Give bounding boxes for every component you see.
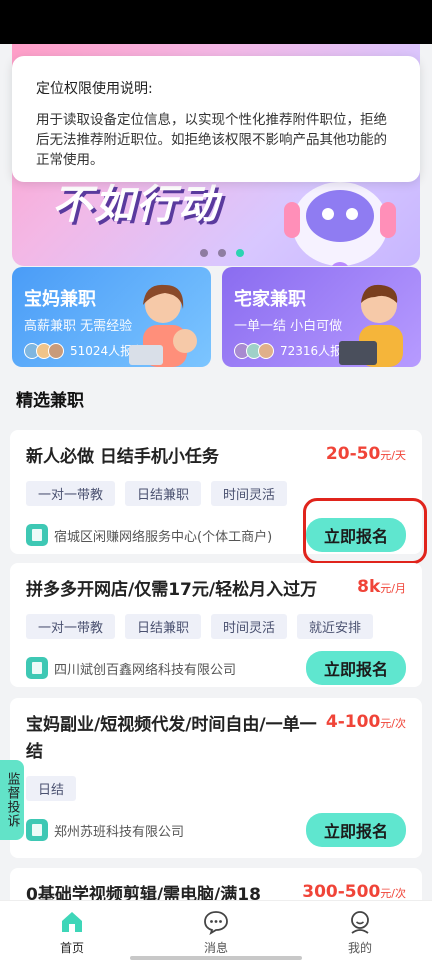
job-tag: 一对一带教 bbox=[26, 481, 116, 506]
dialog-text: 用于读取设备定位信息，以实现个性化推荐附件职位，拒绝后无法推荐附近职位。如拒绝该… bbox=[36, 112, 387, 168]
job-tag: 时间灵活 bbox=[211, 481, 288, 506]
company-info: 郑州苏班科技有限公司 bbox=[26, 819, 184, 841]
home-indicator bbox=[130, 956, 302, 960]
pagination-dot bbox=[218, 249, 226, 257]
job-title: 拼多多开网店/仅需17元/轻松月入过万 bbox=[26, 580, 318, 600]
dialog-title: 定位权限使用说明: bbox=[36, 81, 153, 97]
salary-value: 8k bbox=[357, 577, 381, 597]
job-card[interactable]: 拼多多开网店/仅需17元/轻松月入过万 8k元/月 一对一带教 日结兼职 时间灵… bbox=[10, 563, 422, 687]
pagination-dot bbox=[200, 249, 208, 257]
avatar bbox=[258, 342, 274, 359]
company-name: 四川斌创百鑫网络科技有限公司 bbox=[54, 662, 237, 678]
tab-home[interactable]: 首页 bbox=[0, 901, 144, 964]
salary-unit: 元/次 bbox=[380, 887, 406, 900]
chat-bubble-icon bbox=[204, 911, 228, 935]
job-salary: 300-500元/次 bbox=[302, 882, 406, 902]
salary-unit: 元/月 bbox=[380, 582, 406, 595]
building-icon bbox=[26, 524, 48, 546]
company-name: 宿城区闲赚网络服务中心(个体工商户) bbox=[54, 529, 273, 545]
section-title: 精选兼职 bbox=[16, 391, 84, 411]
avatar bbox=[48, 342, 64, 359]
job-tag: 日结兼职 bbox=[125, 481, 202, 506]
salary-unit: 元/天 bbox=[380, 449, 406, 462]
job-tags: 一对一带教 日结兼职 时间灵活 就近安排 bbox=[26, 614, 406, 639]
man-illustration bbox=[339, 284, 403, 367]
job-title: 宝妈副业/短视频代发/时间自由/一单一结 bbox=[26, 715, 317, 762]
apply-button[interactable]: 立即报名 bbox=[305, 813, 406, 847]
job-tag: 时间灵活 bbox=[211, 614, 288, 639]
user-icon bbox=[351, 911, 369, 934]
tab-label: 首页 bbox=[59, 941, 84, 955]
complaint-button[interactable]: 监督投诉 bbox=[0, 760, 24, 840]
avatar-group bbox=[234, 342, 274, 359]
status-bar bbox=[0, 0, 432, 44]
job-salary: 4-100元/次 bbox=[326, 712, 406, 732]
category-card-mom-jobs[interactable]: 宝妈兼职 高薪兼职 无需经验 51024人报名 bbox=[12, 267, 211, 367]
mom-illustration bbox=[129, 284, 197, 367]
job-card[interactable]: 宝妈副业/短视频代发/时间自由/一单一结 4-100元/次 日结 郑州苏班科技有… bbox=[10, 698, 422, 858]
company-info: 宿城区闲赚网络服务中心(个体工商户) bbox=[26, 524, 272, 546]
company-info: 四川斌创百鑫网络科技有限公司 bbox=[26, 657, 236, 679]
job-salary: 8k元/月 bbox=[357, 577, 406, 597]
job-tag: 就近安排 bbox=[297, 614, 374, 639]
home-icon bbox=[62, 912, 82, 932]
highlight-annotation bbox=[303, 498, 427, 564]
salary-value: 20-50 bbox=[325, 444, 381, 464]
building-icon bbox=[26, 819, 48, 841]
company-name: 郑州苏班科技有限公司 bbox=[54, 824, 185, 840]
job-salary: 20-50元/天 bbox=[326, 444, 406, 464]
job-tag: 日结 bbox=[26, 776, 77, 801]
apply-button[interactable]: 立即报名 bbox=[305, 651, 406, 685]
job-tag: 一对一带教 bbox=[26, 614, 116, 639]
job-tags: 日结 bbox=[26, 776, 406, 801]
salary-value: 4-100 bbox=[325, 712, 381, 732]
building-icon bbox=[26, 657, 48, 679]
salary-value: 300-500 bbox=[302, 882, 381, 902]
job-title: 新人必做 日结手机小任务 bbox=[26, 447, 219, 467]
pagination-dot-active bbox=[236, 249, 244, 257]
tab-messages[interactable]: 消息 bbox=[144, 901, 288, 964]
location-permission-dialog: 定位权限使用说明: 用于读取设备定位信息，以实现个性化推荐附件职位，拒绝后无法推… bbox=[12, 56, 420, 182]
tab-label: 我的 bbox=[347, 941, 372, 955]
bottom-tab-bar: 首页 消息 我的 bbox=[0, 900, 432, 964]
tab-label: 消息 bbox=[203, 941, 228, 955]
banner-pagination bbox=[200, 249, 244, 257]
avatar-group bbox=[24, 342, 64, 359]
tab-profile[interactable]: 我的 bbox=[288, 901, 432, 964]
salary-unit: 元/次 bbox=[380, 717, 406, 730]
job-tag: 日结兼职 bbox=[125, 614, 202, 639]
category-card-home-jobs[interactable]: 宅家兼职 一单一结 小白可做 72316人报名 bbox=[222, 267, 421, 367]
